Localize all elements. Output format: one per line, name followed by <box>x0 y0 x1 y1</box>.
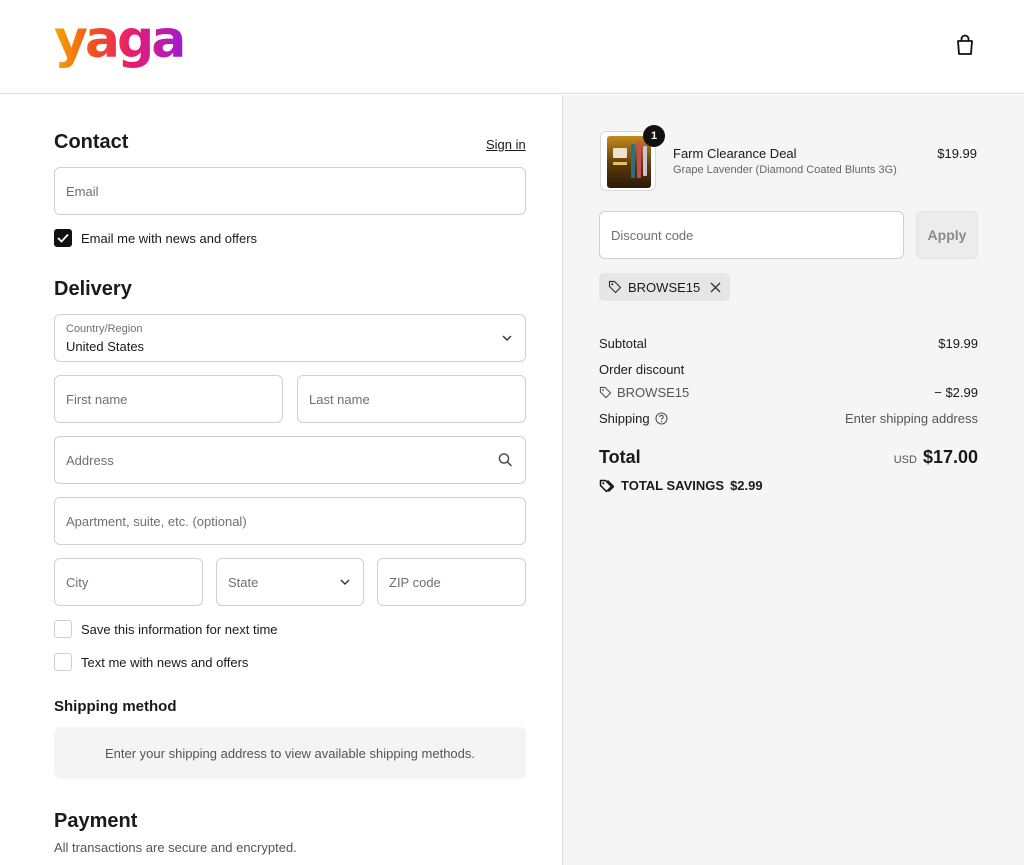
last-name-input[interactable] <box>309 391 514 407</box>
save-info-checkbox[interactable] <box>54 620 72 638</box>
shipping-label: Shipping <box>599 411 650 426</box>
help-circle-icon[interactable] <box>655 412 668 425</box>
savings-label: TOTAL SAVINGS <box>621 478 725 493</box>
sign-in-link[interactable]: Sign in <box>486 137 526 152</box>
last-name-field[interactable] <box>297 375 526 423</box>
text-me-checkbox-row[interactable]: Text me with news and offers <box>54 653 248 671</box>
savings-value: $2.99 <box>730 478 763 493</box>
discount-code-text: BROWSE15 <box>617 385 690 400</box>
zip-field[interactable] <box>377 558 526 606</box>
tag-icon <box>599 479 615 492</box>
shipping-method-note: Enter your shipping address to view avai… <box>54 727 526 779</box>
save-info-checkbox-row[interactable]: Save this information for next time <box>54 620 278 638</box>
shipping-method-title: Shipping method <box>54 698 177 715</box>
total-value: $17.00 <box>922 447 978 467</box>
email-field[interactable] <box>54 167 526 215</box>
product-price: $19.99 <box>937 146 977 161</box>
email-news-checkbox-row[interactable]: Email me with news and offers <box>54 229 257 247</box>
shopping-bag-icon <box>957 34 973 55</box>
email-news-label: Email me with news and offers <box>81 230 258 246</box>
save-info-label: Save this information for next time <box>81 621 278 637</box>
payment-title: Payment <box>54 810 138 832</box>
country-label: Country/Region <box>66 323 143 335</box>
checkout-form: Contact Sign in Email me with news and o… <box>0 95 562 865</box>
country-value: United States <box>66 339 145 354</box>
apartment-field[interactable] <box>54 497 526 545</box>
cart-button[interactable] <box>952 32 978 58</box>
total-label: Total <box>599 447 641 467</box>
total-amount: USD $17.00 <box>894 447 978 468</box>
shipping-value: Enter shipping address <box>845 411 978 426</box>
discount-code-field[interactable] <box>599 211 904 259</box>
zip-input[interactable] <box>389 574 514 590</box>
applied-discount-chip: BROWSE15 <box>599 273 731 301</box>
shipping-row: Shipping Enter shipping address <box>599 411 978 426</box>
remove-discount-button[interactable] <box>710 282 721 293</box>
city-field[interactable] <box>54 558 203 606</box>
subtotal-value: $19.99 <box>938 336 978 351</box>
order-discount-row: Order discount <box>599 362 978 377</box>
chevron-down-icon <box>339 578 351 586</box>
email-news-checkbox[interactable] <box>54 229 72 247</box>
discount-code-tag: BROWSE15 <box>599 385 689 400</box>
search-icon[interactable] <box>498 453 513 468</box>
subtotal-label: Subtotal <box>599 336 647 351</box>
checkmark-icon <box>57 233 69 243</box>
total-row: Total USD $17.00 <box>599 447 978 468</box>
order-discount-label: Order discount <box>599 362 685 377</box>
discount-code-input[interactable] <box>611 227 892 243</box>
apartment-input[interactable] <box>66 513 514 529</box>
text-me-checkbox[interactable] <box>54 653 72 671</box>
quantity-badge: 1 <box>643 125 665 147</box>
payment-subtitle: All transactions are secure and encrypte… <box>54 840 297 855</box>
subtotal-row: Subtotal $19.99 <box>599 336 978 351</box>
country-select[interactable]: Country/Region United States <box>54 314 526 362</box>
apply-button[interactable]: Apply <box>916 211 978 259</box>
applied-code-text: BROWSE15 <box>628 279 701 295</box>
address-field[interactable] <box>54 436 526 484</box>
total-currency: USD <box>893 454 917 466</box>
total-savings: TOTAL SAVINGS $2.99 <box>599 478 763 493</box>
delivery-title: Delivery <box>54 278 132 300</box>
shipping-label-wrap: Shipping <box>599 411 668 426</box>
first-name-field[interactable] <box>54 375 283 423</box>
discount-code-row: BROWSE15 − $2.99 <box>599 385 978 400</box>
product-name: Farm Clearance Deal <box>673 146 797 161</box>
state-placeholder: State <box>228 574 259 590</box>
first-name-input[interactable] <box>66 391 271 407</box>
product-variant: Grape Lavender (Diamond Coated Blunts 3G… <box>673 164 897 176</box>
discount-value: − $2.99 <box>934 385 978 400</box>
site-header: yaga <box>0 0 1024 94</box>
tag-icon <box>599 386 612 399</box>
email-input[interactable] <box>66 183 514 199</box>
close-icon <box>710 282 721 292</box>
order-summary: 1 Farm Clearance Deal Grape Lavender (Di… <box>562 95 1024 865</box>
chevron-down-icon <box>501 334 513 342</box>
product-image <box>607 136 651 188</box>
tag-icon <box>608 280 622 294</box>
state-select[interactable]: State <box>216 558 364 606</box>
city-input[interactable] <box>66 574 191 590</box>
contact-title: Contact <box>54 131 129 153</box>
brand-logo[interactable]: yaga <box>54 10 186 70</box>
text-me-label: Text me with news and offers <box>81 654 249 670</box>
address-input[interactable] <box>66 452 514 468</box>
